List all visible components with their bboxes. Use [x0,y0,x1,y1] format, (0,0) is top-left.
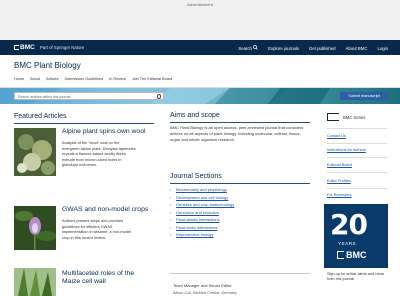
springer-nature-label[interactable]: Part of Springer Nature [40,45,84,50]
search-placeholder: Search articles within this journal [18,94,71,99]
alpine-plant-image [14,128,56,176]
journal-sections-heading: Journal Sections [170,173,222,180]
bmc-logo[interactable]: BMC [14,44,35,51]
journal-header: BMC Plant Biology Home About Articles Su… [0,55,400,88]
advertisement-banner: Advertisement [0,0,400,40]
journal-nav: Home About Articles Submission Guideline… [14,77,172,81]
aims-description: BMC Plant Biology is an open access, pee… [170,125,310,143]
sidebar-divider [327,188,387,189]
aims-heading: Aims and scope [170,112,220,119]
journal-nav-in-review[interactable]: In Review [109,77,126,81]
about-bmc-link[interactable]: About BMC [346,46,368,51]
search-icon [253,45,258,50]
journal-nav-editorial-board[interactable]: Join The Editorial Board [132,77,172,81]
section-link-biochemistry[interactable]: › Biochemistry and physiology [170,187,234,195]
article-thumbnail[interactable] [14,128,56,176]
search-icon[interactable] [156,94,161,99]
article-summary: Authors present steps and provides guide… [62,218,131,240]
explore-journals-link[interactable]: Explore journals [268,46,299,51]
maize-image [14,268,56,296]
bmc-logo-icon [14,44,19,50]
search-input[interactable]: Search articles within this journal [14,92,164,100]
featured-divider [14,123,154,124]
article-summary: Analysis of the "wool" coat on the everg… [62,140,136,168]
bmc-logo-text: BMC [20,44,35,51]
sidebar-divider [327,143,387,144]
sidebar-divider [327,172,387,173]
instructions-for-authors-link[interactable]: Instructions for Authors [327,148,366,152]
arrow-right-icon: › [170,224,172,230]
article-thumbnail[interactable] [14,268,56,296]
arrow-right-icon: › [170,232,172,237]
advertisement-label: Advertisement [187,2,213,7]
arrow-right-icon: › [170,217,172,222]
journal-nav-home[interactable]: Home [14,77,24,81]
journal-nav-about[interactable]: About [30,77,40,81]
article-alerts-signup[interactable]: Sign up for article alerts and news from… [327,272,389,282]
promo-brand: BMC [346,250,367,260]
for-reviewers-link[interactable]: For Reviewers [327,193,351,197]
article-title[interactable]: Alpine plant spins own wool [62,128,146,136]
submit-manuscript-button[interactable]: Submit manuscript [340,92,388,100]
journal-nav-submission-guidelines[interactable]: Submission Guidelines [65,77,104,81]
editor-box: Team Manager and Senior Editor Alison Cu… [170,273,310,295]
sidebar-divider [327,128,387,129]
login-link[interactable]: Login [377,46,388,51]
section-link-reproductive[interactable]: › Reproductive biology [170,232,234,240]
section-link-genetics[interactable]: › Genetics and crop biotechnology [170,202,234,210]
team-manager-name: Alison Cull, BioMed Central, Germany [173,291,237,295]
arrow-right-icon: › [170,202,172,207]
promo-number: 20 [330,208,368,241]
contact-us-link[interactable]: Contact Us [327,134,346,138]
featured-articles-heading: Featured Articles [14,113,67,120]
bmc-20-years-promo[interactable]: 20 YEARS BMC [324,204,388,268]
search-banner: Search articles within this journal Subm… [0,88,400,104]
journal-nav-articles[interactable]: Articles [46,77,58,81]
top-nav-links: Search Explore journals Get published Ab… [238,45,388,51]
section-link-abiotic[interactable]: › Plant-abiotic interactions [170,217,234,225]
article-title[interactable]: Multifaceted roles of the Maize cell wal… [62,270,152,286]
get-published-link[interactable]: Get published [309,46,336,51]
journal-title[interactable]: BMC Plant Biology [14,61,81,70]
arrow-right-icon: › [170,187,172,192]
top-navigation: BMC Part of Springer Nature Search Explo… [0,40,400,55]
article-thumbnail[interactable] [14,206,56,250]
bmc-series-label: BMC Series [343,114,366,120]
section-link-genomics[interactable]: › Genomics and evolution [170,210,234,218]
bmc-logo-icon [337,251,344,259]
arrow-right-icon: › [170,209,172,215]
journal-sections-list: › Biochemistry and physiology › Developmen… [170,187,234,240]
aims-divider [170,122,310,123]
team-manager-label: Team Manager and Senior Editor [173,283,232,288]
arrow-right-icon: › [170,194,172,200]
article-title[interactable]: GWAS and non-model crops [62,206,148,214]
editorial-board-link[interactable]: Editorial Board [327,163,352,167]
section-link-biotic[interactable]: › Plant-biotic interactions [170,225,234,233]
bmc-series-icon [327,113,339,121]
search-link[interactable]: Search [238,45,258,51]
aims-journal-name: BMC Plant Biology [170,125,204,130]
sections-divider [170,183,310,184]
promo-years: YEARS [338,241,357,246]
editor-profiles-link[interactable]: Editor Profiles [327,179,351,183]
section-link-development[interactable]: › Development and cell biology [170,195,234,203]
sesame-plant-image [14,206,56,250]
bmc-series-logo[interactable]: BMC Series [327,113,387,121]
sidebar-divider [327,157,387,158]
